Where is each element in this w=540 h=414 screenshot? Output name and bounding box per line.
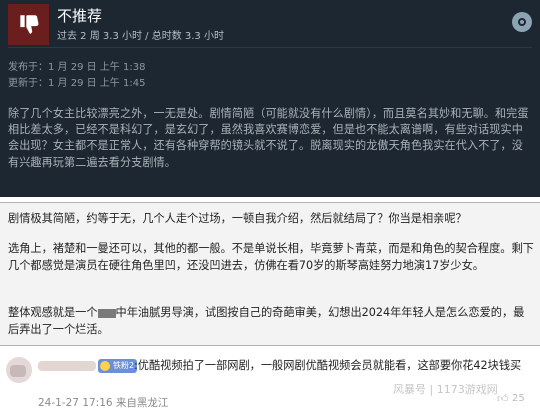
posted-date: 发布于：1 月 29 日 上午 1:38: [8, 62, 146, 73]
watermark: 风暴号 | 1173游戏网: [393, 383, 498, 396]
redaction-block: [97, 308, 116, 318]
comment-paragraph-3: 整体观感就是一个 中年油腻男导演，试图按自己的奇葩审美，幻想出2024年年轻人是怎…: [8, 305, 534, 338]
comment-paragraph-3-start: 整体观感就是一个: [8, 306, 98, 319]
reply-timestamp: 24-1-27 17:16 来自黑龙江: [38, 397, 169, 409]
like-icon[interactable]: 👍︎: [497, 392, 509, 405]
comment-panel: 剧情极其简陋，约等于无，几个人走个过场，一顿自我介绍，然后就结局了？你当是相亲呢…: [0, 202, 540, 346]
avatar[interactable]: [6, 357, 32, 383]
updated-date: 更新于：1 月 29 日 上午 1:45: [8, 78, 146, 89]
steam-logo-icon: [512, 12, 532, 32]
steam-review-card: 不推荐 过去 2 周 3.3 小时 / 总时数 3.3 小时 发布于：1 月 2…: [0, 0, 540, 197]
playtime-hours: 过去 2 周 3.3 小时 / 总时数 3.3 小时: [57, 31, 224, 42]
comment-paragraph-1: 剧情极其简陋，约等于无，几个人走个过场，一顿自我介绍，然后就结局了？你当是相亲呢…: [8, 212, 467, 225]
thumbs-down-icon: [8, 4, 49, 45]
comment-paragraph-2: 选角上，褚楚和一曼还可以，其他的都一般。不是单说长相，毕竟萝卜青菜，而是和角色的…: [8, 242, 534, 272]
divider: [8, 47, 532, 48]
review-body: 除了几个女主比较漂亮之外，一无是处。剧情简陋（可能就没有什么剧情），而且莫名其妙…: [8, 107, 529, 169]
review-verdict: 不推荐: [57, 7, 103, 25]
reply-text: :优酷视频拍了一部网剧，一般网剧优酷视频会员就能看，这部要你花42块钱买: [134, 359, 522, 372]
like-count: 25: [512, 393, 525, 404]
